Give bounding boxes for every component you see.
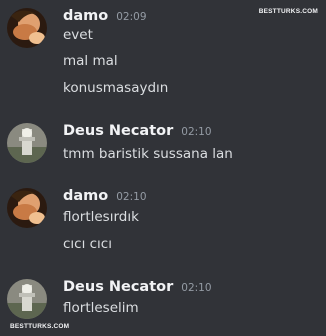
- timestamp: 02:09: [116, 11, 147, 23]
- deus-necator-avatar[interactable]: [7, 279, 47, 319]
- timestamp: 02:10: [181, 282, 212, 294]
- message-text: flortleselim: [63, 300, 139, 316]
- damo-avatar[interactable]: [7, 188, 47, 228]
- message-header: damo 02:09: [63, 8, 147, 26]
- username[interactable]: damo: [63, 8, 108, 24]
- watermark-bottom: BESTTURKS.COM: [10, 323, 70, 330]
- message-header: Deus Necator 02:10: [63, 123, 212, 141]
- username[interactable]: Deus Necator: [63, 279, 173, 295]
- username[interactable]: Deus Necator: [63, 123, 173, 139]
- message-header: damo 02:10: [63, 188, 147, 206]
- message-text: mal mal: [63, 53, 118, 69]
- message-header: Deus Necator 02:10: [63, 279, 212, 297]
- deus-necator-avatar[interactable]: [7, 123, 47, 163]
- message-text: tmm baristik sussana lan: [63, 146, 233, 162]
- timestamp: 02:10: [116, 191, 147, 203]
- damo-avatar[interactable]: [7, 8, 47, 48]
- watermark-top: BESTTURKS.COM: [258, 8, 318, 15]
- message-text: evet: [63, 27, 93, 43]
- message-text: flortlesırdık: [63, 209, 139, 225]
- message-text: cıcı cıcı: [63, 236, 112, 252]
- timestamp: 02:10: [181, 126, 212, 138]
- message-text: konusmasaydın: [63, 80, 169, 96]
- username[interactable]: damo: [63, 188, 108, 204]
